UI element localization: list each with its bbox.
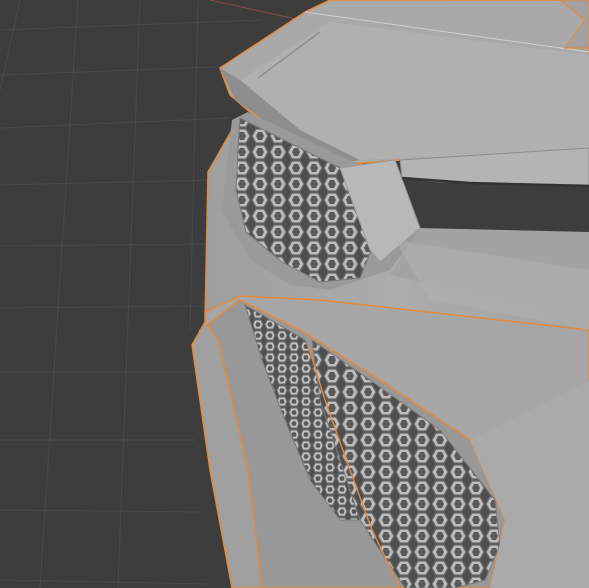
viewport-canvas[interactable]: [0, 0, 589, 588]
3d-viewport[interactable]: [0, 0, 589, 588]
x-axis-line: [209, 0, 301, 21]
